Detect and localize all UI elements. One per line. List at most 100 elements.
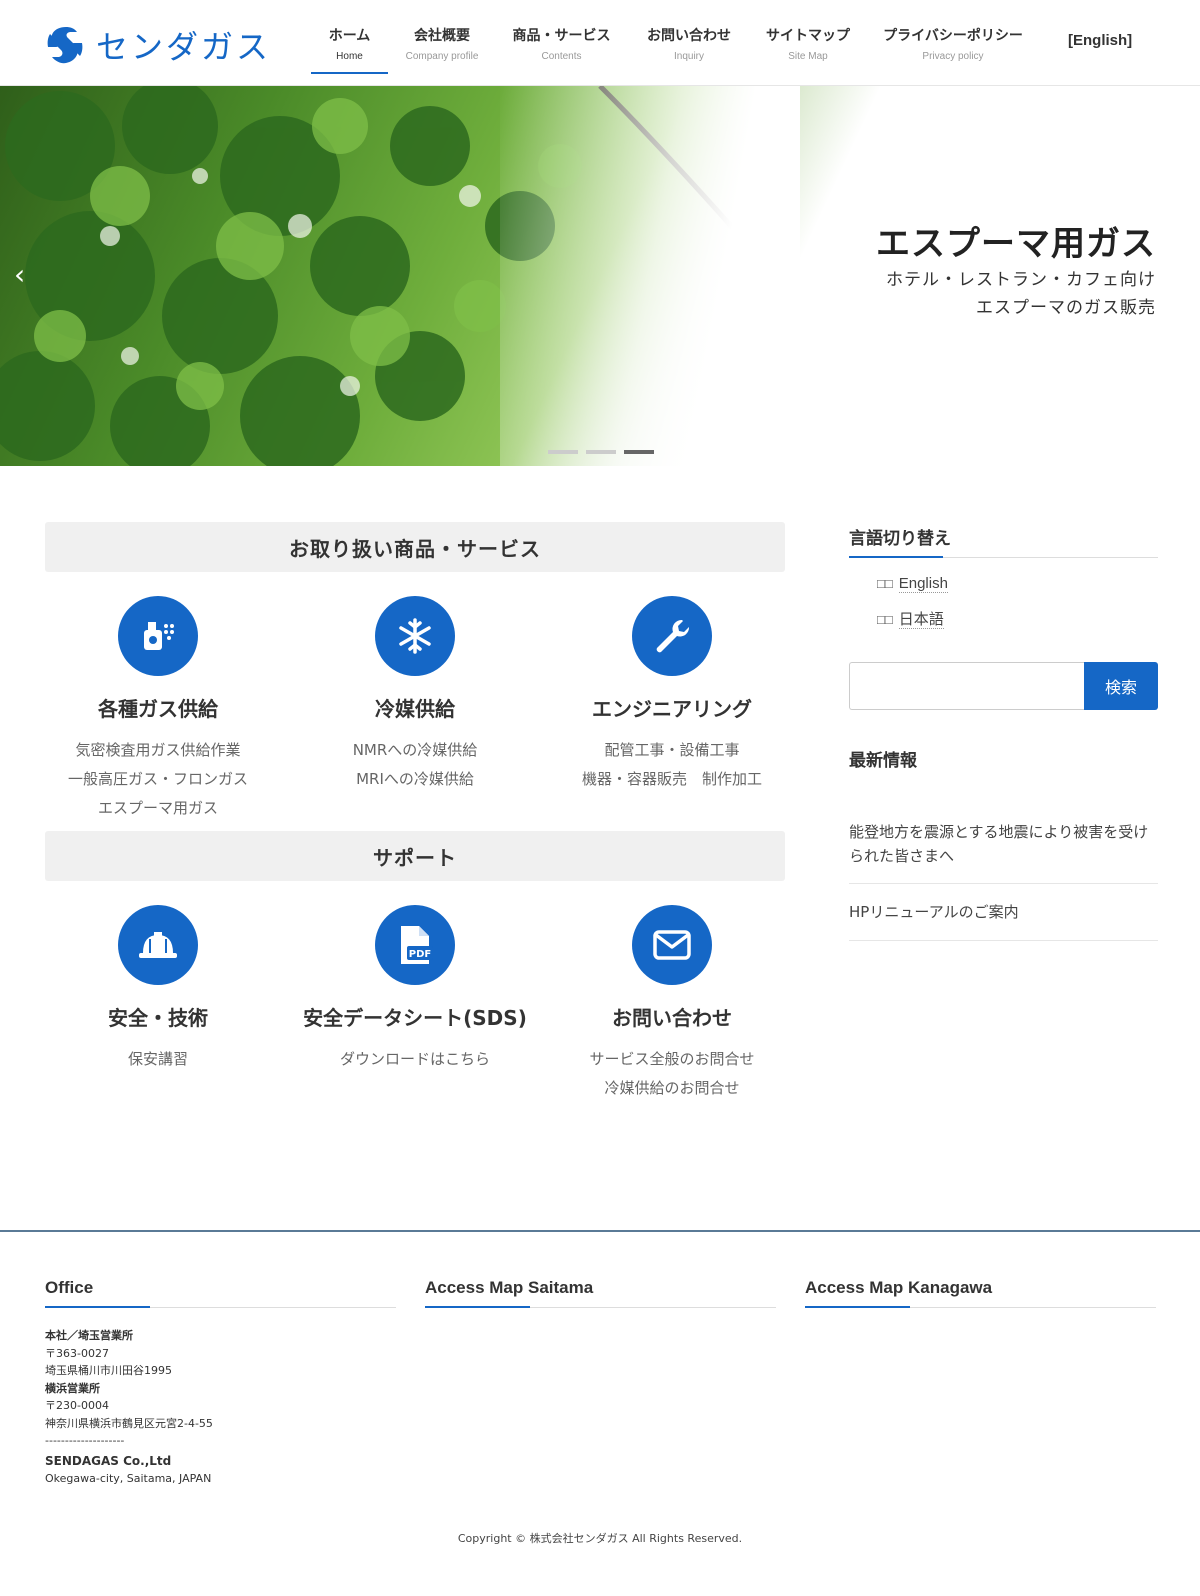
footer-office-title: Office: [45, 1278, 94, 1297]
service-title[interactable]: 冷媒供給: [295, 694, 535, 724]
office-address: 神奈川県横浜市鶴見区元宮2-4-55: [45, 1416, 213, 1430]
service-title[interactable]: 各種ガス供給: [38, 694, 278, 724]
support-title[interactable]: 安全データシート(SDS): [295, 1003, 535, 1033]
hero-subtitle-line: エスプーマのガス販売: [976, 298, 1156, 318]
nav-contents[interactable]: 商品・サービス Contents: [496, 0, 627, 74]
lang-link-label: English: [898, 575, 948, 593]
svg-text:PDF: PDF: [409, 949, 431, 960]
gas-canister-icon[interactable]: [118, 596, 198, 676]
nav-inquiry[interactable]: お問い合わせ Inquiry: [627, 0, 751, 74]
flag-icon: □□: [877, 612, 893, 627]
snowflake-icon[interactable]: [375, 596, 455, 676]
support-line: ダウンロードはこちら: [339, 1050, 490, 1068]
slider-dot[interactable]: [586, 450, 616, 454]
divider-accent: [805, 1306, 910, 1308]
wrench-icon[interactable]: [632, 596, 712, 676]
divider-accent: [425, 1306, 530, 1308]
slider-prev-arrow-icon[interactable]: ‹: [14, 258, 25, 291]
divider: [849, 940, 1158, 941]
office-label: 本社／埼玉営業所: [45, 1329, 133, 1342]
slider-dot-active[interactable]: [624, 450, 654, 454]
support-heading: サポート: [45, 831, 785, 881]
latest-news-title: 最新情報: [849, 751, 917, 771]
service-refrigerant-supply: 冷媒供給 NMRへの冷媒供給 MRIへの冷媒供給: [295, 596, 535, 794]
nav-label: お問い合わせ: [647, 28, 731, 44]
lang-link-label: 日本語: [898, 611, 944, 629]
service-gas-supply: 各種ガス供給 気密検査用ガス供給作業 一般高圧ガス・フロンガス エスプーマ用ガス: [38, 596, 278, 823]
company-name: SENDAGAS Co.,Ltd: [45, 1453, 172, 1468]
nav-label: 会社概要: [414, 28, 470, 44]
office-separator: --------------------: [45, 1434, 125, 1447]
divider: [849, 883, 1158, 884]
office-address: 埼玉県桶川市川田谷1995: [45, 1364, 172, 1377]
nav-sublabel: Company profile: [405, 51, 479, 62]
company-address: Okegawa-city, Saitama, JAPAN: [45, 1472, 212, 1485]
nav-label: サイトマップ: [766, 28, 850, 44]
divider-accent: [45, 1306, 150, 1308]
divider-accent: [849, 556, 943, 558]
envelope-icon[interactable]: [632, 905, 712, 985]
search-input[interactable]: [849, 662, 1084, 710]
service-description: 気密検査用ガス供給作業 一般高圧ガス・フロンガス エスプーマ用ガス: [38, 736, 278, 823]
service-line: 気密検査用ガス供給作業: [75, 741, 241, 759]
service-description: NMRへの冷媒供給 MRIへの冷媒供給: [295, 736, 535, 794]
footer-map-kanagawa-title: Access Map Kanagawa: [805, 1278, 993, 1297]
support-description: ダウンロードはこちら: [295, 1045, 535, 1074]
lang-link-english[interactable]: □□ English: [877, 575, 948, 593]
office-info: 本社／埼玉営業所 〒363-0027 埼玉県桶川市川田谷1995 横浜営業所 〒…: [45, 1327, 213, 1488]
nav-home[interactable]: ホーム Home: [311, 0, 388, 74]
service-title[interactable]: エンジニアリング: [552, 694, 792, 724]
site-header: センダガス ホーム Home 会社概要 Company profile 商品・サ…: [0, 0, 1200, 86]
nav-site-map[interactable]: サイトマップ Site Map: [751, 0, 865, 74]
service-line: 配管工事・設備工事: [604, 741, 740, 759]
flag-icon: □□: [877, 576, 893, 591]
support-line: サービス全般のお問合せ: [589, 1050, 755, 1068]
office-label: 横浜営業所: [45, 1381, 100, 1395]
english-link[interactable]: [English]: [1068, 32, 1132, 49]
slider-dot[interactable]: [548, 450, 578, 454]
search-button[interactable]: 検索: [1084, 662, 1158, 710]
support-title[interactable]: 安全・技術: [38, 1003, 278, 1033]
copyright: Copyright © 株式会社センダガス All Rights Reserve…: [457, 1532, 743, 1545]
support-sds: PDF 安全データシート(SDS) ダウンロードはこちら: [295, 905, 535, 1074]
main-nav: ホーム Home 会社概要 Company profile 商品・サービス Co…: [311, 0, 1041, 86]
hard-hat-icon[interactable]: [118, 905, 198, 985]
support-description: サービス全般のお問合せ 冷媒供給のお問合せ: [552, 1045, 792, 1103]
nav-sublabel: Site Map: [788, 51, 828, 62]
support-line: 冷媒供給のお問合せ: [604, 1079, 740, 1097]
site-logo[interactable]: センダガス: [44, 22, 271, 68]
products-heading: お取り扱い商品・サービス: [45, 522, 785, 572]
hero-subtitle-line: ホテル・レストラン・カフェ向け: [886, 270, 1156, 290]
office-zip: 〒363-0027: [45, 1346, 109, 1360]
support-description: 保安講習: [38, 1045, 278, 1074]
logo-mark-icon: [47, 27, 83, 64]
support-inquiry: お問い合わせ サービス全般のお問合せ 冷媒供給のお問合せ: [552, 905, 792, 1103]
support-safety-tech: 安全・技術 保安講習: [38, 905, 278, 1074]
service-line: エスプーマ用ガス: [97, 799, 218, 817]
service-line: NMRへの冷媒供給: [352, 741, 478, 759]
nav-label: プライバシーポリシー: [883, 28, 1023, 44]
nav-label: 商品・サービス: [512, 28, 611, 44]
nav-label: ホーム: [328, 28, 371, 44]
support-line: 保安講習: [127, 1050, 188, 1068]
nav-privacy-policy[interactable]: プライバシーポリシー Privacy policy: [865, 0, 1041, 74]
slider-pagination: [548, 450, 654, 454]
logo-text: センダガス: [96, 28, 272, 66]
hero-slider: ‹ エスプーマ用ガス ホテル・レストラン・カフェ向け エスプーマのガス販売: [0, 86, 1200, 466]
nav-sublabel: Privacy policy: [922, 51, 984, 62]
pdf-file-icon[interactable]: PDF: [375, 905, 455, 985]
office-zip: 〒230-0004: [45, 1399, 109, 1412]
service-description: 配管工事・設備工事 機器・容器販売 制作加工: [552, 736, 792, 794]
hero-fade-overlay: [500, 86, 800, 466]
support-title[interactable]: お問い合わせ: [552, 1003, 792, 1033]
nav-sublabel: Inquiry: [673, 51, 704, 62]
nav-sublabel: Contents: [541, 51, 582, 62]
hero-subtitle: ホテル・レストラン・カフェ向け エスプーマのガス販売: [886, 266, 1156, 322]
footer-top-border: [0, 1230, 1200, 1232]
news-item[interactable]: HPリニューアルのご案内: [849, 900, 1158, 924]
service-engineering: エンジニアリング 配管工事・設備工事 機器・容器販売 制作加工: [552, 596, 792, 794]
nav-sublabel: Home: [336, 51, 363, 62]
news-item[interactable]: 能登地方を震源とする地震により被害を受けられた皆さまへ: [849, 820, 1158, 868]
lang-link-japanese[interactable]: □□ 日本語: [877, 608, 944, 629]
nav-company-profile[interactable]: 会社概要 Company profile: [388, 0, 496, 74]
